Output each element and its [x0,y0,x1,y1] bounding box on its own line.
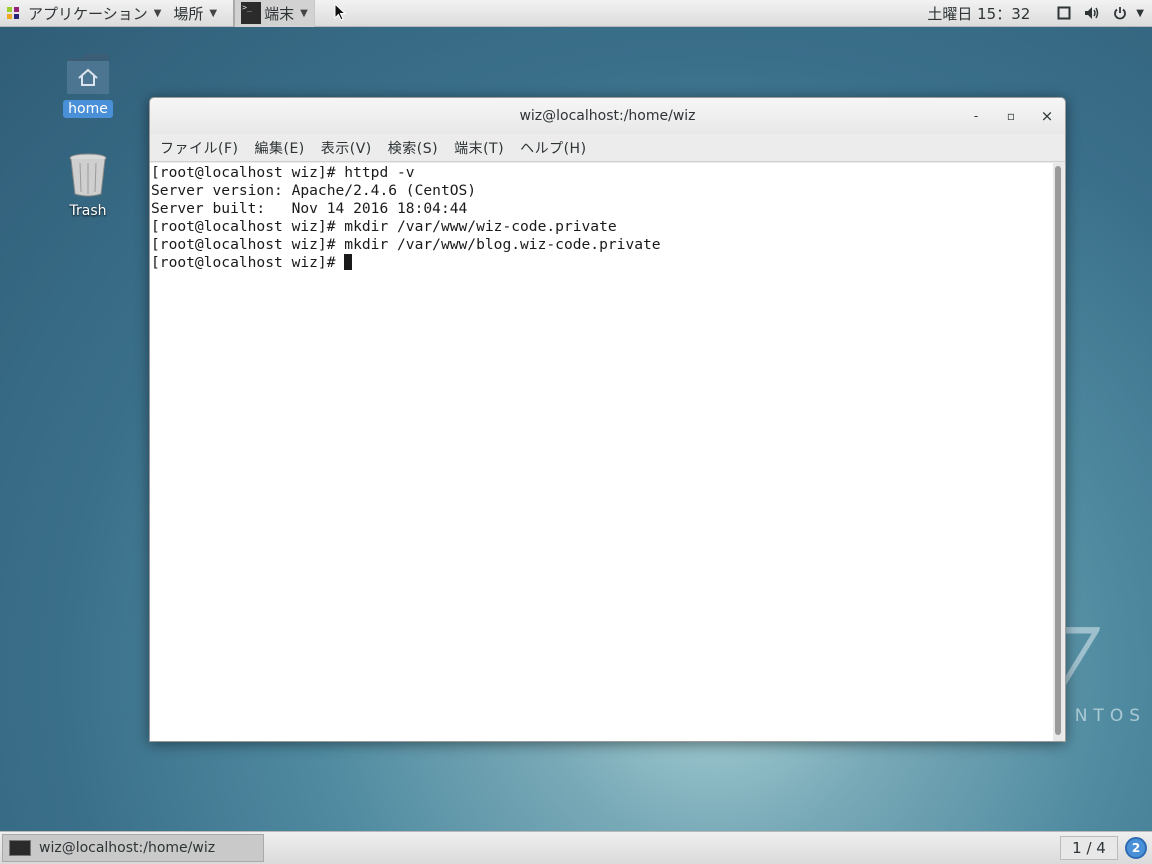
places-label: 場所 [173,4,204,23]
window-titlebar[interactable]: wiz@localhost:/home/wiz - ▫ × [150,98,1065,134]
terminal-app-label: 端末 [264,4,295,23]
terminal-line: [root@localhost wiz]# mkdir /var/www/blo… [151,236,661,253]
scrollbar[interactable] [1053,163,1063,741]
taskbar-window-label: wiz@localhost:/home/wiz [39,840,216,856]
text-cursor [344,254,353,270]
home-folder-icon [67,54,109,94]
chevron-down-icon: ▼ [153,7,162,19]
workspace-switcher[interactable]: 1 / 4 [1060,836,1118,860]
taskbar-window-button[interactable]: wiz@localhost:/home/wiz [2,834,264,862]
chevron-down-icon: ▼ [209,7,218,19]
terminal-icon [9,840,31,856]
desktop-icon-label: home [63,100,113,118]
centos-watermark-text: NTOS [1074,706,1146,726]
menu-help[interactable]: ヘルプ(H) [512,138,594,158]
menu-view[interactable]: 表示(V) [313,138,380,158]
terminal-line: Server built: Nov 14 2016 18:04:44 [151,200,468,217]
top-panel: アプリケーション ▼ 場所 ▼ >_ 端末 ▼ 土曜日 15：32 ▼ [0,0,1152,27]
trash-icon [69,153,107,197]
window-title: wiz@localhost:/home/wiz [519,108,696,124]
terminal-prompt: [root@localhost wiz]# [151,254,345,271]
notification-badge[interactable]: 2 [1125,837,1147,859]
places-menu[interactable]: 場所 ▼ [167,0,223,27]
chevron-down-icon[interactable]: ▼ [1136,8,1144,19]
applications-label: アプリケーション [28,4,148,23]
applications-menu[interactable]: アプリケーション ▼ [0,0,167,27]
terminal-window[interactable]: wiz@localhost:/home/wiz - ▫ × ファイル(F) 編集… [149,97,1066,742]
minimize-button[interactable]: - [966,106,986,126]
terminal-prompt-line[interactable]: [root@localhost wiz]# [151,254,1053,272]
menu-terminal[interactable]: 端末(T) [446,138,512,158]
chevron-down-icon: ▼ [300,7,308,19]
menu-file[interactable]: ファイル(F) [152,138,246,158]
power-icon[interactable] [1106,0,1134,27]
desktop-icon-trash[interactable]: Trash [48,152,128,220]
window-icon[interactable] [1050,0,1078,27]
desktop-icon-home[interactable]: home [48,52,128,118]
maximize-button[interactable]: ▫ [1001,106,1021,126]
centos-logo-icon [6,6,20,20]
terminal-line: Server version: Apache/2.4.6 (CentOS) [151,182,477,199]
desktop-icon-label: Trash [69,203,107,219]
mouse-pointer-icon [334,3,346,21]
menu-edit[interactable]: 編集(E) [246,138,312,158]
terminal-line: [root@localhost wiz]# httpd -v [151,164,415,181]
close-button[interactable]: × [1037,106,1057,126]
terminal-app-menu[interactable]: >_ 端末 ▼ [234,0,315,27]
terminal-line: [root@localhost wiz]# mkdir /var/www/wiz… [151,218,617,235]
terminal-output[interactable]: [root@localhost wiz]# httpd -v Server ve… [150,163,1053,741]
menu-search[interactable]: 検索(S) [380,138,446,158]
bottom-panel: wiz@localhost:/home/wiz 1 / 4 2 [0,831,1152,864]
volume-icon[interactable] [1078,0,1106,27]
terminal-icon: >_ [241,2,262,24]
clock[interactable]: 土曜日 15：32 [927,3,1030,24]
menubar: ファイル(F) 編集(E) 表示(V) 検索(S) 端末(T) ヘルプ(H) [150,134,1065,162]
scrollbar-thumb[interactable] [1055,166,1061,735]
